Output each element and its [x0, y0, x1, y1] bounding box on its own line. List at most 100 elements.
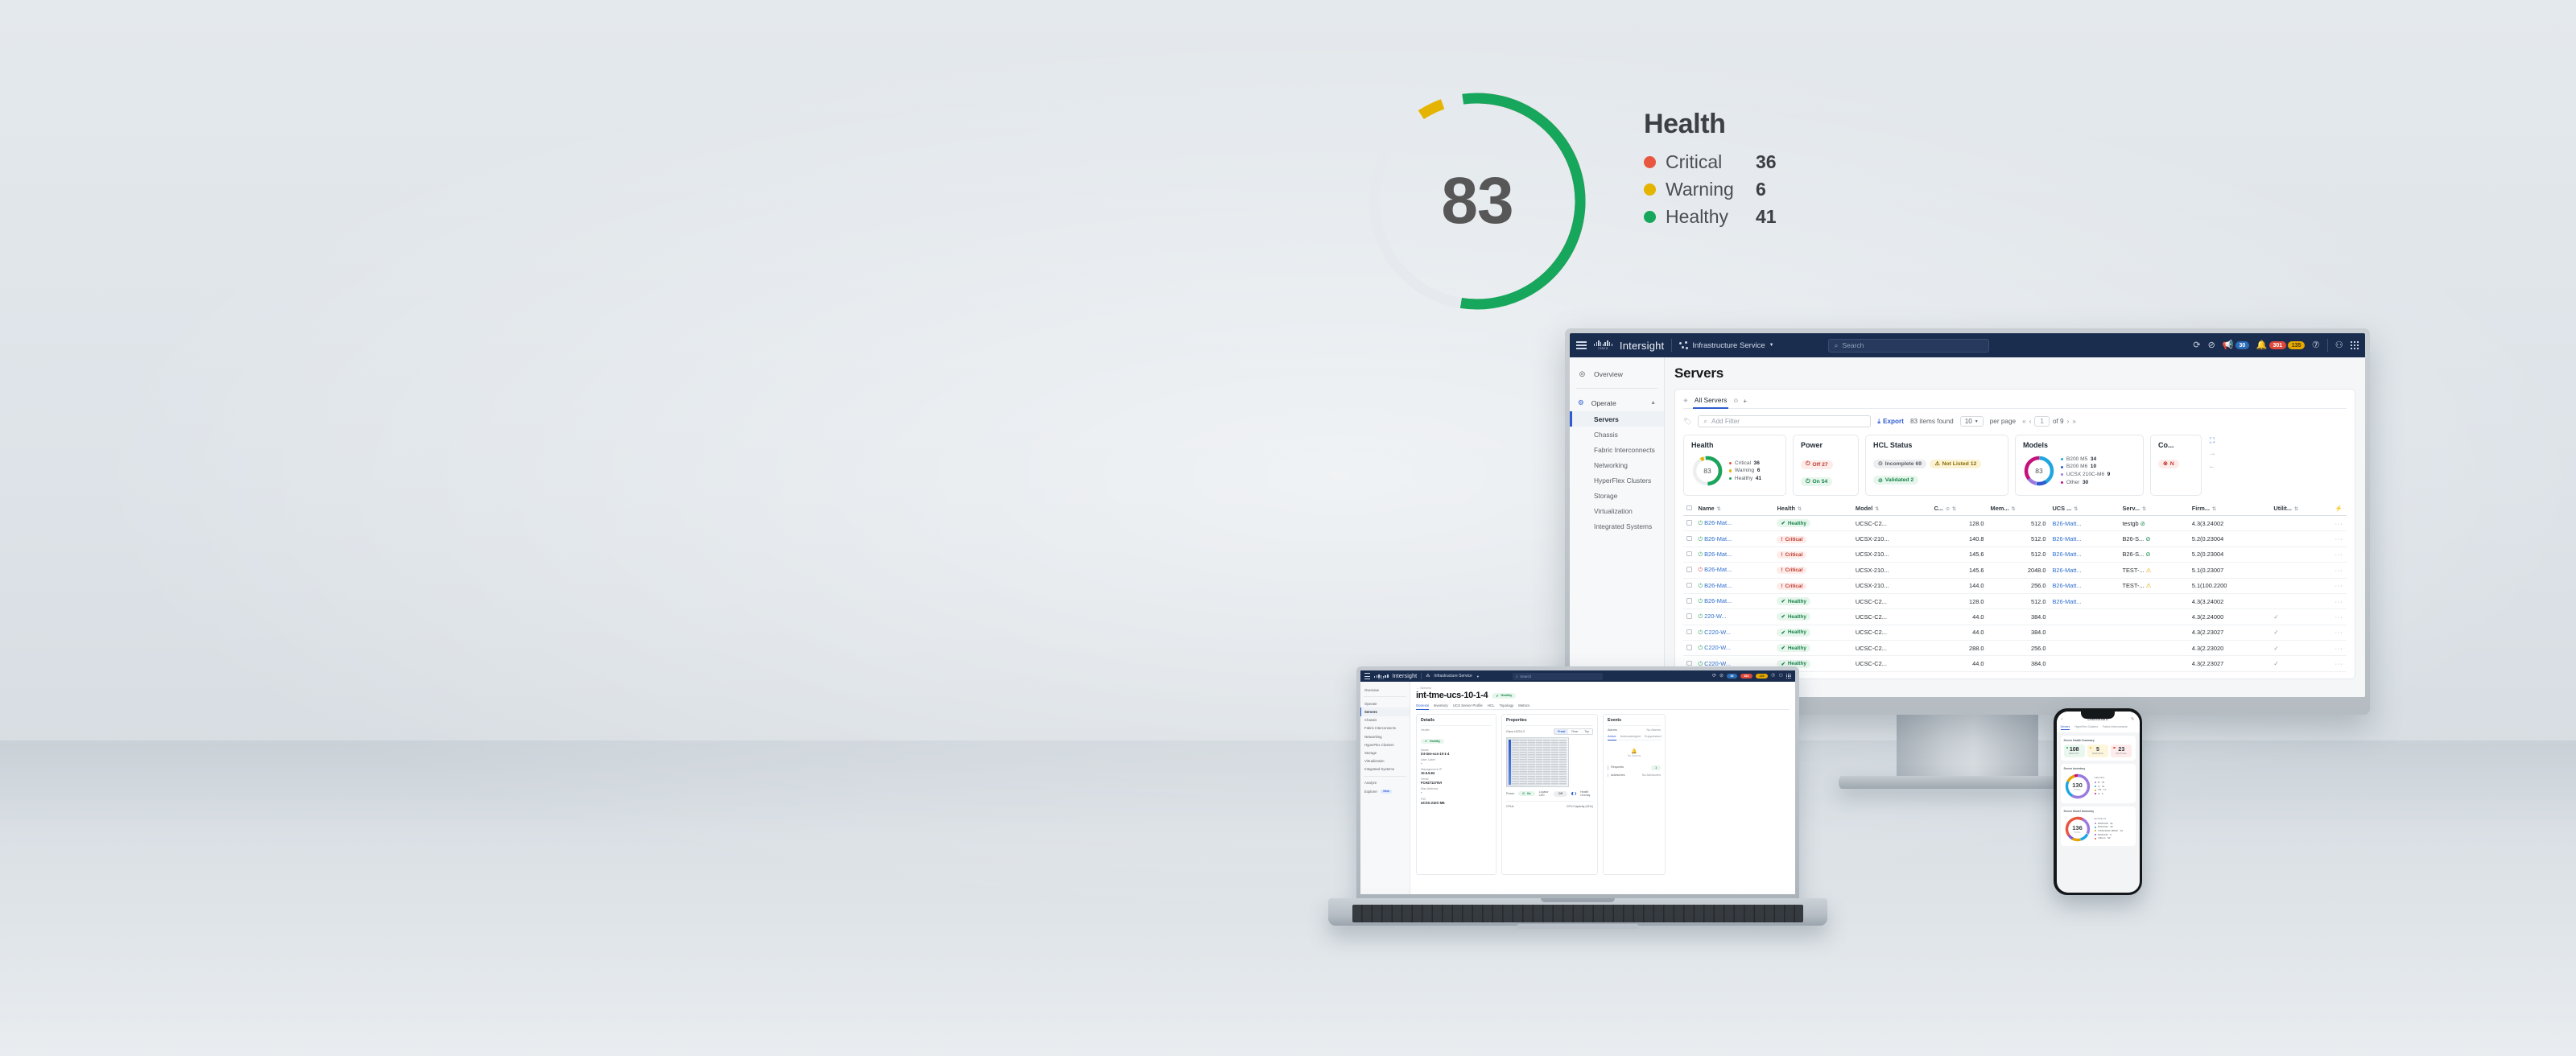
col-health[interactable]: Health ⇅ — [1773, 501, 1852, 516]
table-row[interactable]: ⏻ B26-Mat...! Critical UCSX-210... 144.0 256… — [1683, 578, 2347, 594]
edit-icon[interactable]: ✎ — [2131, 717, 2135, 722]
per-page-select[interactable]: 10 ▼ — [1959, 416, 1984, 427]
stat-healthy[interactable]: 108 HEALTHY — [2063, 744, 2085, 757]
row-checkbox[interactable] — [1686, 660, 1692, 666]
help-icon[interactable]: ⑦ — [2312, 340, 2320, 350]
sidebar-item-storage[interactable]: Storage — [1360, 749, 1410, 757]
tab-settings-icon[interactable]: ⊙ — [1733, 398, 1738, 404]
server-name-link[interactable]: B26-Mat... — [1704, 535, 1732, 542]
ucs-domain-link[interactable]: B26-Matt... — [2052, 535, 2081, 542]
sidebar-item-overview[interactable]: Overview — [1360, 686, 1410, 694]
announcements-group[interactable]: 📢 30 — [2223, 340, 2249, 350]
col-cpu[interactable]: C... ⊙ ⇅ — [1930, 501, 1988, 516]
sidebar-item-virtualization[interactable]: Virtualization — [1360, 757, 1410, 765]
tab-ucs-server-profile[interactable]: UCS Server Profile — [1453, 703, 1483, 707]
sidebar-item-hyperflex-clusters[interactable]: HyperFlex Clusters — [1360, 740, 1410, 749]
alarms-group[interactable]: 🔔 301 135 — [2256, 340, 2305, 350]
table-row[interactable]: ⏻ B26-Mat... ✔ Healthy UCSC-C2... 128.0 512.0… — [1683, 515, 2347, 532]
col-model[interactable]: Model ⇅ — [1852, 501, 1931, 516]
tab-all-servers[interactable]: All Servers — [1692, 396, 1729, 409]
server-name-link[interactable]: C220-W... — [1704, 644, 1731, 651]
cell-name[interactable]: ⏻ C220-W... — [1695, 625, 1774, 641]
power-on-pill[interactable]: ⏻ On 54 — [1801, 477, 1833, 486]
row-actions-icon[interactable]: ··· — [2335, 551, 2343, 558]
row-checkbox-cell[interactable] — [1683, 515, 1695, 532]
help-icon[interactable]: ⑦ — [1771, 674, 1775, 679]
cell-name[interactable]: ⏻ C220-W... — [1695, 640, 1774, 657]
sidebar-item-storage[interactable]: Storage — [1570, 488, 1664, 503]
laptop-keyboard[interactable] — [1352, 905, 1803, 922]
cell-name[interactable]: ⏻ B26-Mat... — [1695, 562, 1774, 579]
tab-acknowledged[interactable]: Acknowledged — [1620, 734, 1641, 738]
sidebar-group-operate[interactable]: Operate — [1360, 699, 1410, 707]
row-actions-icon[interactable]: ··· — [2335, 567, 2343, 574]
row-actions-icon[interactable]: ··· — [2335, 613, 2343, 621]
stat-critical[interactable]: 23 CRITICAL — [2111, 744, 2132, 757]
first-page-button[interactable]: « — [2022, 418, 2026, 425]
server-name-link[interactable]: 220-W... — [1704, 613, 1727, 620]
tab-metrics[interactable]: Metrics — [1518, 703, 1530, 707]
select-all-header[interactable] — [1683, 501, 1695, 516]
row-checkbox[interactable] — [1686, 598, 1692, 604]
ucs-domain-link[interactable]: B26-Matt... — [2052, 582, 2081, 589]
view-toggle[interactable]: Front Rear Top — [1554, 728, 1593, 736]
server-name-link[interactable]: B26-Mat... — [1704, 597, 1732, 604]
cell-name[interactable]: ⏻ B26-Mat... — [1695, 593, 1774, 610]
sidebar-item-fabric-interconnects[interactable]: Fabric Interconnects — [1570, 442, 1664, 457]
power-off-pill[interactable]: ⏻ Off 27 — [1801, 460, 1833, 469]
menu-icon[interactable] — [1576, 341, 1587, 349]
check-circle-icon[interactable]: ⊘ — [1719, 674, 1724, 679]
stat-warning[interactable]: 5 WARNING — [2087, 744, 2109, 757]
table-row[interactable]: ⏻ C220-W... ✔ Healthy UCSC-C2... 44.0 384.0 4… — [1683, 625, 2347, 641]
sidebar-item-servers[interactable]: Servers — [1570, 411, 1664, 427]
row-checkbox[interactable] — [1686, 551, 1692, 557]
row-checkbox-cell[interactable] — [1683, 562, 1695, 579]
row-actions-icon[interactable]: ··· — [2335, 535, 2343, 542]
row-checkbox[interactable] — [1686, 582, 1692, 588]
refresh-icon[interactable]: ⟳ — [2193, 340, 2200, 350]
table-row[interactable]: ⏻ B26-Mat...! Critical UCSX-210... 145.6 512… — [1683, 547, 2347, 563]
chassis-diagram[interactable] — [1506, 737, 1569, 788]
cell-ucs-domain[interactable] — [2049, 640, 2120, 657]
export-button[interactable]: ⤓ Export — [1877, 418, 1904, 426]
cell-actions[interactable]: ··· — [2331, 593, 2347, 610]
row-actions-icon[interactable]: ··· — [2335, 629, 2343, 636]
collapse-icon[interactable]: ⛶ — [2210, 436, 2215, 445]
service-selector[interactable]: ⁂ Infrastructure Service ▼ — [1426, 674, 1480, 679]
row-checkbox-cell[interactable] — [1683, 578, 1695, 594]
cell-ucs-domain[interactable]: B26-Matt... — [2049, 562, 2120, 579]
alarms-key[interactable]: Alarms — [1608, 728, 1617, 732]
tab-servers[interactable]: Servers — [2060, 725, 2070, 730]
laptop-trackpad[interactable] — [1517, 924, 1638, 929]
next-card-icon[interactable]: → — [2208, 449, 2216, 458]
row-checkbox[interactable] — [1686, 535, 1692, 542]
table-row[interactable]: ⏻ B26-Mat...! Critical UCSX-210... 140.8 512… — [1683, 530, 2347, 547]
row-actions-icon[interactable]: ··· — [2335, 660, 2343, 667]
row-checkbox-cell[interactable] — [1683, 625, 1695, 641]
cell-actions[interactable]: ··· — [2331, 530, 2347, 547]
advisories-key[interactable]: Advisories — [1611, 773, 1625, 777]
prev-page-button[interactable]: ‹ — [2029, 418, 2032, 425]
ucs-domain-link[interactable]: B26-Matt... — [2052, 567, 2081, 574]
row-checkbox-cell[interactable] — [1683, 530, 1695, 547]
cell-ucs-domain[interactable]: B26-Matt... — [2049, 515, 2120, 532]
cell-ucs-domain[interactable] — [2049, 625, 2120, 641]
col-utilization[interactable]: Utilit... ⇅ — [2270, 501, 2332, 516]
tab-fabric-interconnects[interactable]: Fabric Interconnects — [2103, 725, 2128, 731]
sidebar-item-virtualization[interactable]: Virtualization — [1570, 503, 1664, 518]
tab-hcl[interactable]: HCL — [1488, 703, 1495, 707]
cell-ucs-domain[interactable]: B26-Matt... — [2049, 530, 2120, 547]
row-actions-icon[interactable]: ··· — [2335, 582, 2343, 589]
cell-name[interactable]: ⏻ B26-Mat... — [1695, 578, 1774, 594]
tab-general[interactable]: General — [1416, 703, 1429, 710]
cell-actions[interactable]: ··· — [2331, 515, 2347, 532]
add-filter-input[interactable]: ⌕ Add Filter — [1698, 415, 1872, 427]
cell-name[interactable]: ⏻ B26-Mat... — [1695, 515, 1774, 532]
cell-ucs-domain[interactable]: B26-Matt... — [2049, 593, 2120, 610]
select-all-checkbox[interactable] — [1686, 505, 1692, 510]
table-row[interactable]: ⏻ 220-W... ✔ Healthy UCSC-C2... 44.0 384.0 4.… — [1683, 608, 2347, 625]
server-name-link[interactable]: B26-Mat... — [1704, 551, 1732, 558]
user-avatar-icon[interactable]: ⚇ — [2335, 340, 2343, 350]
sidebar-item-overview[interactable]: ◎ Overview — [1570, 365, 1664, 382]
row-checkbox-cell[interactable] — [1683, 547, 1695, 563]
